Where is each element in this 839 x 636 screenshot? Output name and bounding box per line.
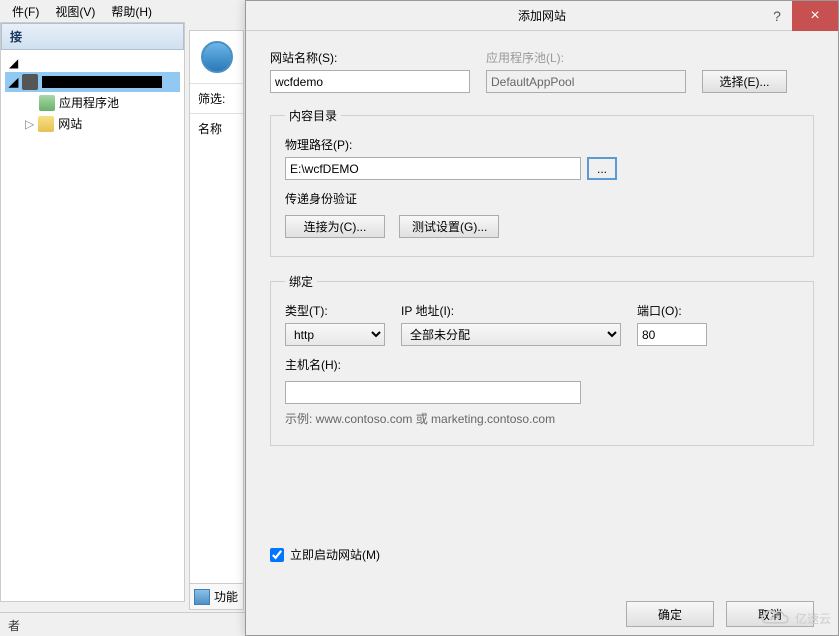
tree-label: 应用程序池: [59, 94, 119, 111]
menu-view[interactable]: 视图(V): [47, 1, 103, 22]
app-pool-label: 应用程序池(L):: [486, 49, 686, 66]
type-label: 类型(T):: [285, 302, 385, 319]
server-name-redacted: [42, 76, 162, 88]
tree-caret-icon: ◢: [9, 75, 18, 89]
tree-server-node[interactable]: ◢: [5, 72, 180, 92]
tree-label: 网站: [58, 115, 82, 132]
passthrough-auth-label: 传递身份验证: [285, 190, 799, 207]
tree-sites[interactable]: ▷ 网站: [5, 113, 180, 134]
content-dir-legend: 内容目录: [285, 107, 341, 124]
port-label: 端口(O):: [637, 302, 707, 319]
dialog-titlebar: 添加网站 ? ×: [246, 1, 838, 31]
start-immediately-row[interactable]: 立即启动网站(M): [270, 546, 814, 563]
type-select[interactable]: http: [285, 323, 385, 346]
cancel-button[interactable]: 取消: [726, 601, 814, 627]
ip-select[interactable]: 全部未分配: [401, 323, 621, 346]
server-tree[interactable]: ◢ ◢ 应用程序池 ▷ 网站: [1, 50, 184, 138]
binding-fieldset: 绑定 类型(T): http IP 地址(I): 全部未分配 端口(O): 主机…: [270, 273, 814, 446]
functions-label: 功能: [214, 588, 238, 605]
hostname-input[interactable]: [285, 381, 581, 404]
app-pool-input: [486, 70, 686, 93]
physical-path-input[interactable]: [285, 157, 581, 180]
globe-icon: [201, 41, 233, 73]
functions-bar[interactable]: 功能: [189, 583, 244, 610]
add-website-dialog: 添加网站 ? × 网站名称(S): 应用程序池(L): 选择(E)... 内容目…: [245, 0, 839, 636]
port-input[interactable]: [637, 323, 707, 346]
app-pool-icon: [39, 95, 55, 111]
features-view-icon: [194, 589, 210, 605]
dialog-footer: 确定 取消: [626, 601, 814, 627]
dialog-body: 网站名称(S): 应用程序池(L): 选择(E)... 内容目录 物理路径(P)…: [246, 31, 838, 581]
binding-legend: 绑定: [285, 273, 317, 290]
tree-caret-icon: ◢: [9, 56, 18, 70]
status-bar: 者: [0, 612, 245, 636]
hostname-example: 示例: www.contoso.com 或 marketing.contoso.…: [285, 410, 799, 427]
browse-button[interactable]: ...: [587, 157, 617, 180]
test-settings-button[interactable]: 测试设置(G)...: [399, 215, 499, 238]
dialog-title: 添加网站: [518, 7, 566, 24]
folder-icon: [38, 116, 54, 132]
site-name-label: 网站名称(S):: [270, 49, 470, 66]
hostname-label: 主机名(H):: [285, 356, 799, 373]
ok-button[interactable]: 确定: [626, 601, 714, 627]
tree-root[interactable]: ◢: [5, 54, 180, 72]
content-directory-fieldset: 内容目录 物理路径(P): ... 传递身份验证 连接为(C)... 测试设置(…: [270, 107, 814, 257]
start-immediately-checkbox[interactable]: [270, 548, 284, 562]
physical-path-label: 物理路径(P):: [285, 136, 799, 153]
menu-help[interactable]: 帮助(H): [103, 1, 160, 22]
site-name-input[interactable]: [270, 70, 470, 93]
tree-app-pools[interactable]: 应用程序池: [5, 92, 180, 113]
menu-file[interactable]: 件(F): [4, 1, 47, 22]
features-panel: 筛选: 名称: [189, 30, 244, 610]
ip-label: IP 地址(I):: [401, 302, 621, 319]
select-app-pool-button[interactable]: 选择(E)...: [702, 70, 787, 93]
start-immediately-label: 立即启动网站(M): [290, 546, 380, 563]
connect-as-button[interactable]: 连接为(C)...: [285, 215, 385, 238]
connections-panel: 接 ◢ ◢ 应用程序池 ▷ 网站: [0, 22, 185, 602]
close-button[interactable]: ×: [792, 1, 838, 31]
expand-icon[interactable]: ▷: [25, 117, 34, 131]
server-icon: [22, 74, 38, 90]
name-column-header: 名称: [190, 113, 243, 143]
connections-header: 接: [1, 23, 184, 50]
filter-label: 筛选:: [190, 83, 243, 113]
help-button[interactable]: ?: [762, 1, 792, 31]
